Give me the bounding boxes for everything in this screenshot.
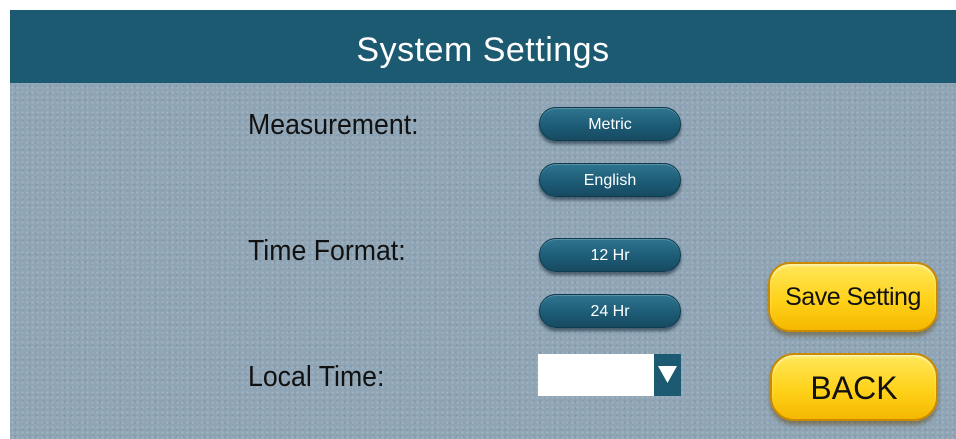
back-button[interactable]: BACK <box>770 353 938 421</box>
dropdown-arrow-button[interactable] <box>654 354 681 396</box>
metric-button[interactable]: Metric <box>539 107 681 141</box>
local-time-label: Local Time: <box>248 361 385 393</box>
local-time-select[interactable] <box>538 354 681 396</box>
24-hour-button[interactable]: 24 Hr <box>539 294 681 328</box>
time-format-label: Time Format: <box>248 235 406 267</box>
system-settings-screen: System Settings Measurement: Metric Engl… <box>10 10 956 439</box>
12-hour-button[interactable]: 12 Hr <box>539 238 681 272</box>
english-button[interactable]: English <box>539 163 681 197</box>
save-setting-button[interactable]: Save Setting <box>768 262 938 332</box>
measurement-label: Measurement: <box>248 109 419 141</box>
triangle-down-icon <box>658 366 677 383</box>
page-title: System Settings <box>10 10 956 83</box>
